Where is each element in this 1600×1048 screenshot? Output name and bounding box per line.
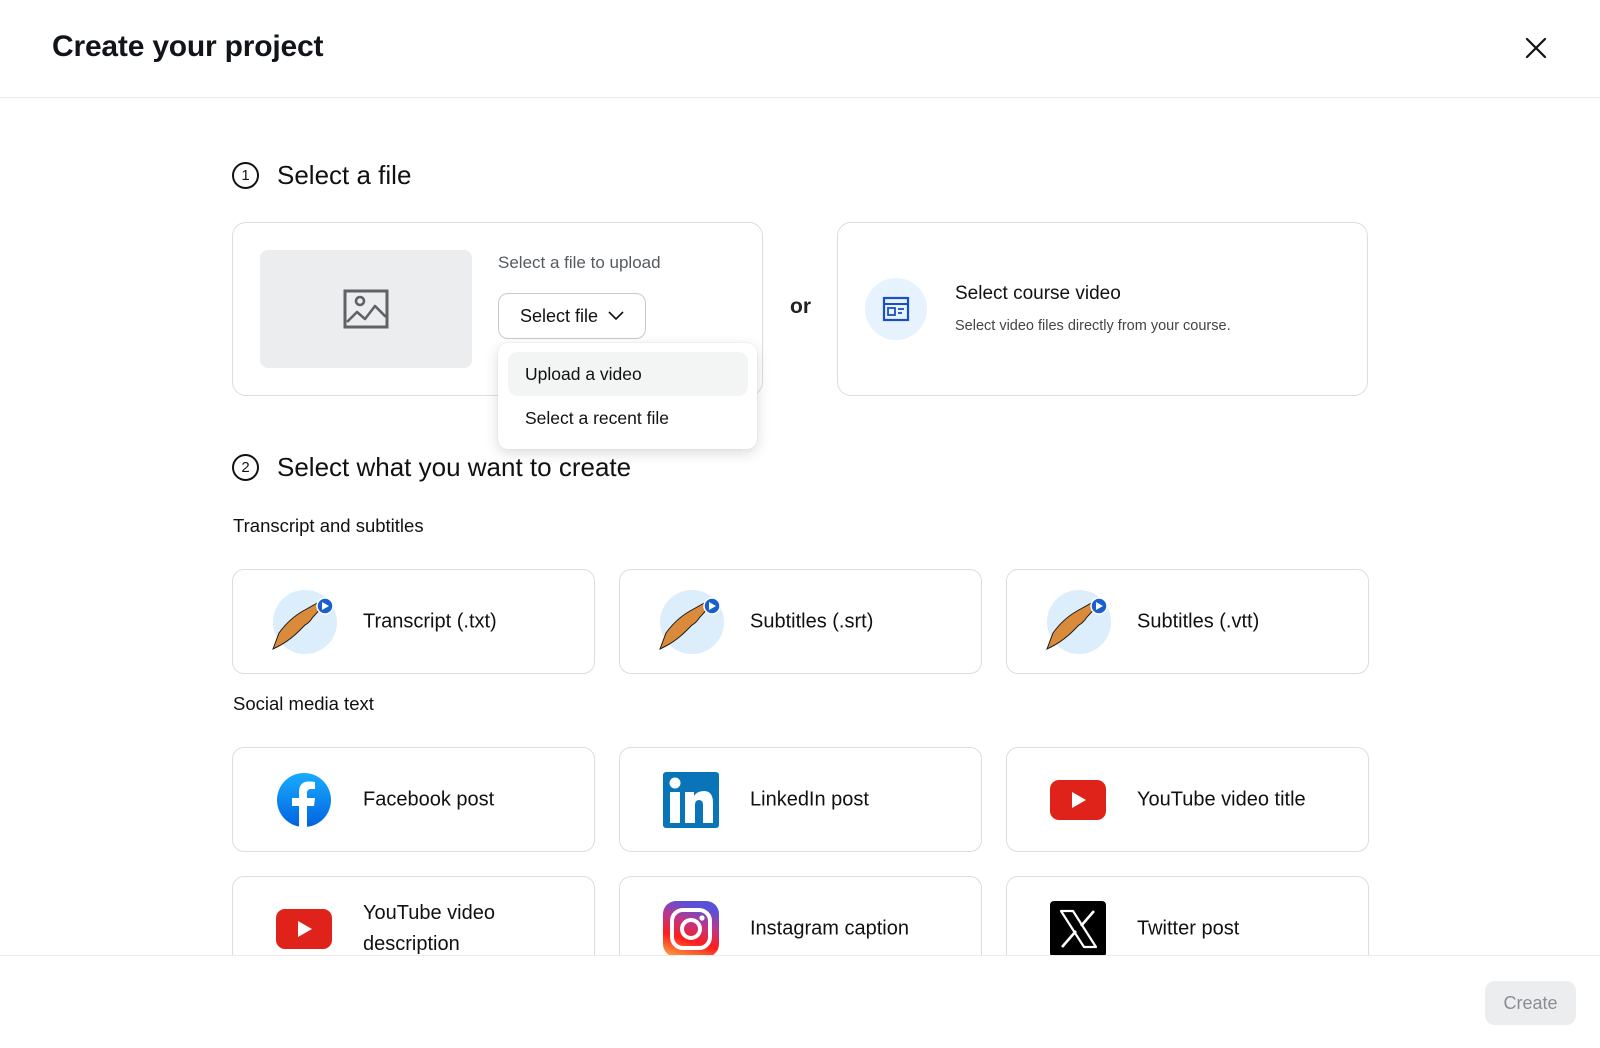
youtube-icon (1050, 779, 1106, 820)
option-label: Twitter post (1137, 917, 1240, 939)
select-file-menu: Upload a video Select a recent file (498, 343, 757, 449)
facebook-icon (277, 772, 331, 828)
x-twitter-icon (1050, 900, 1106, 955)
select-file-label: Select file (519, 305, 599, 326)
step-number: 1 (232, 162, 259, 189)
option-youtube-description[interactable]: YouTube video description (232, 876, 595, 955)
option-label: LinkedIn post (750, 788, 869, 810)
modal-footer: Create (0, 955, 1600, 1048)
select-file-dropdown[interactable]: Select file (498, 293, 646, 339)
option-twitter-post[interactable]: Twitter post (1006, 876, 1369, 955)
hand-holding-play-icon (1046, 589, 1111, 654)
option-label: Transcript (.txt) (363, 610, 497, 632)
instagram-icon (663, 900, 719, 955)
modal-content: 1 Select a file Select a file to upload … (0, 99, 1600, 955)
option-label: Subtitles (.vtt) (1137, 610, 1260, 632)
option-label: YouTube video title (1137, 788, 1306, 810)
linkedin-icon (663, 771, 719, 828)
youtube-icon (276, 908, 332, 949)
step-1-heading: 1 Select a file (232, 160, 411, 191)
close-button[interactable] (1520, 32, 1552, 64)
file-thumbnail (260, 250, 472, 368)
option-label: YouTube video description (363, 901, 495, 955)
option-subtitles-srt[interactable]: Subtitles (.srt) (619, 569, 982, 674)
option-instagram-caption[interactable]: Instagram caption (619, 876, 982, 955)
chevron-down-icon (608, 311, 624, 321)
menu-item-recent-file[interactable]: Select a recent file (508, 396, 748, 440)
modal-title: Create your project (52, 30, 324, 63)
upload-hint: Select a file to upload (498, 253, 661, 272)
option-linkedin-post[interactable]: LinkedIn post (619, 747, 982, 852)
group-label-transcripts: Transcript and subtitles (233, 515, 424, 536)
option-facebook-post[interactable]: Facebook post (232, 747, 595, 852)
option-label: Subtitles (.srt) (750, 610, 874, 632)
option-transcript-txt[interactable]: Transcript (.txt) (232, 569, 595, 674)
hand-holding-play-icon (659, 589, 724, 654)
step-title: Select a file (277, 160, 412, 190)
create-button[interactable]: Create (1485, 981, 1576, 1025)
select-course-video-card[interactable]: Select course video Select video files d… (837, 222, 1368, 396)
browser-window-icon (882, 296, 910, 322)
or-separator: or (790, 295, 811, 318)
option-label: Instagram caption (750, 917, 909, 939)
image-icon (343, 289, 389, 329)
hand-holding-play-icon (272, 589, 337, 654)
course-video-title: Select course video (955, 283, 1121, 304)
step-number: 2 (232, 454, 259, 481)
option-label: Facebook post (363, 788, 495, 810)
course-video-subtitle: Select video files directly from your co… (955, 318, 1231, 334)
modal-header: Create your project (0, 0, 1600, 98)
step-title: Select what you want to create (277, 452, 632, 482)
option-youtube-title[interactable]: YouTube video title (1006, 747, 1369, 852)
step-2-heading: 2 Select what you want to create (232, 452, 631, 483)
group-label-social: Social media text (233, 693, 374, 714)
option-subtitles-vtt[interactable]: Subtitles (.vtt) (1006, 569, 1369, 674)
menu-item-upload-video[interactable]: Upload a video (508, 352, 748, 396)
close-icon (1525, 37, 1547, 59)
course-icon-circle (865, 278, 927, 340)
